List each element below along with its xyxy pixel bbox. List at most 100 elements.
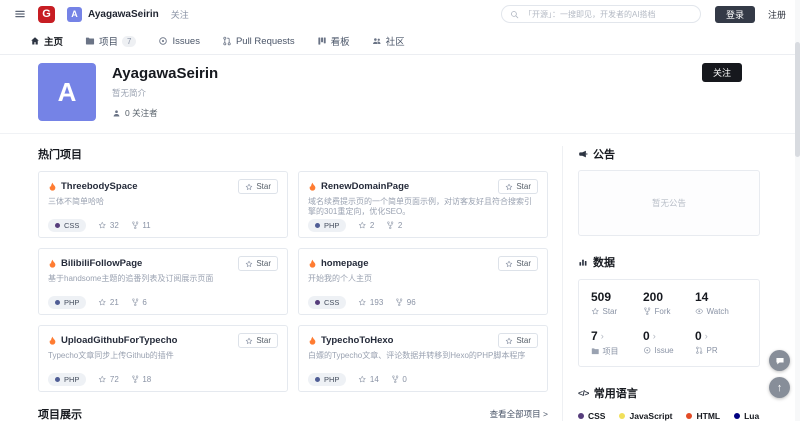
followers-row[interactable]: 0 关注者	[112, 107, 218, 119]
star-icon	[245, 183, 253, 191]
stat-label: Star	[603, 307, 618, 316]
project-name[interactable]: UploadGithubForTypecho	[61, 335, 234, 346]
star-count[interactable]: 2	[358, 221, 374, 230]
header-follow-link[interactable]: 关注	[171, 8, 189, 21]
star-button[interactable]: Star	[238, 256, 278, 271]
search-input[interactable]	[524, 10, 692, 19]
user-avatar-mini[interactable]: A	[67, 7, 82, 22]
language-dot	[55, 300, 60, 305]
project-name[interactable]: ThreebodySpace	[61, 181, 234, 192]
language-item[interactable]: Lua	[734, 411, 759, 421]
tab-community[interactable]: 社区	[372, 34, 405, 48]
language-dot	[734, 413, 740, 419]
project-card[interactable]: BilibiliFollowPage Star 基于handsome主题的追番列…	[38, 248, 288, 315]
fork-count[interactable]: 18	[131, 375, 151, 384]
community-icon	[372, 36, 382, 46]
project-name[interactable]: BilibiliFollowPage	[61, 258, 234, 269]
language-item[interactable]: CSS	[578, 411, 605, 421]
register-link[interactable]: 注册	[768, 8, 786, 21]
star-icon	[98, 221, 107, 230]
language-item[interactable]: JavaScript	[619, 411, 672, 421]
stat-projects[interactable]: 7 › 项目	[591, 329, 643, 357]
project-card[interactable]: UploadGithubForTypecho Star Typecho文章同步上…	[38, 325, 288, 392]
stat-value: 0	[695, 329, 702, 343]
profile-avatar[interactable]: A	[38, 63, 96, 121]
popular-projects-title: 热门项目	[38, 146, 548, 162]
language-list: CSS JavaScript HTML Lua	[578, 411, 760, 421]
gitee-profile-page: G A AyagawaSeirin 关注 登录 注册 主页 项目 7 Issue…	[0, 0, 800, 421]
star-count[interactable]: 14	[358, 375, 378, 384]
announcement-title: 公告	[593, 146, 615, 162]
star-button[interactable]: Star	[238, 179, 278, 194]
folder-icon	[85, 36, 95, 46]
star-button[interactable]: Star	[238, 333, 278, 348]
project-name[interactable]: RenewDomainPage	[321, 181, 494, 192]
chevron-right-icon: ›	[601, 331, 604, 341]
star-button-label: Star	[256, 336, 271, 345]
star-count[interactable]: 21	[98, 298, 118, 307]
project-description: 白嫖的Typecho文章、评论数据并转移到Hexo的PHP脚本程序	[308, 351, 538, 371]
fork-icon	[386, 221, 395, 230]
stat-fork[interactable]: 200 Fork	[643, 290, 695, 316]
project-card[interactable]: TypechoToHexo Star 白嫖的Typecho文章、评论数据并转移到…	[298, 325, 548, 392]
search-box[interactable]	[501, 5, 701, 23]
tab-home[interactable]: 主页	[30, 34, 63, 48]
tab-home-label: 主页	[44, 34, 63, 48]
star-button[interactable]: Star	[498, 179, 538, 194]
hamburger-menu-icon[interactable]	[14, 8, 26, 20]
scrollbar-track[interactable]	[795, 0, 800, 421]
tab-board-label: 看板	[331, 34, 350, 48]
star-icon	[505, 183, 513, 191]
tab-issues-label: Issues	[172, 36, 199, 47]
profile-nav: 主页 项目 7 Issues Pull Requests 看板 社区	[0, 28, 800, 55]
tab-projects[interactable]: 项目 7	[85, 34, 136, 48]
projects-count-badge: 7	[122, 36, 136, 47]
fork-count[interactable]: 11	[131, 221, 151, 230]
language-item[interactable]: HTML	[686, 411, 720, 421]
flame-icon	[308, 259, 317, 268]
scrollbar-thumb[interactable]	[795, 42, 800, 157]
star-button[interactable]: Star	[498, 256, 538, 271]
project-description: 开始我的个人主页	[308, 274, 538, 294]
star-count[interactable]: 193	[358, 298, 383, 307]
stat-pr[interactable]: 0 › PR	[695, 329, 747, 357]
tab-board[interactable]: 看板	[317, 34, 350, 48]
fork-count[interactable]: 96	[395, 298, 415, 307]
gitee-logo[interactable]: G	[38, 6, 55, 23]
back-to-top-button[interactable]: ↑	[769, 377, 790, 398]
languages-title: 常用语言	[594, 385, 638, 401]
language-name: PHP	[324, 375, 339, 384]
tab-pull-requests[interactable]: Pull Requests	[222, 36, 295, 47]
project-card[interactable]: homepage Star 开始我的个人主页 CSS	[298, 248, 548, 315]
follow-button[interactable]: 关注	[702, 63, 742, 82]
chart-icon	[578, 257, 588, 267]
fork-count[interactable]: 2	[386, 221, 402, 230]
flame-icon	[48, 259, 57, 268]
fork-count[interactable]: 6	[131, 298, 147, 307]
fork-icon	[131, 375, 140, 384]
star-count[interactable]: 72	[98, 375, 118, 384]
stat-value: 200	[643, 290, 663, 304]
project-card[interactable]: RenewDomainPage Star 域名续费提示页的一个简单页面示例，对访…	[298, 171, 548, 238]
fork-icon	[395, 298, 404, 307]
feedback-button[interactable]	[769, 350, 790, 371]
project-name[interactable]: TypechoToHexo	[321, 335, 494, 346]
stat-star[interactable]: 509 Star	[591, 290, 643, 316]
fork-icon	[131, 298, 140, 307]
login-button[interactable]: 登录	[715, 6, 755, 23]
header-username[interactable]: AyagawaSeirin	[88, 9, 159, 20]
star-button[interactable]: Star	[498, 333, 538, 348]
tab-issues[interactable]: Issues	[158, 36, 199, 47]
project-card[interactable]: ThreebodySpace Star 三体不简单哈哈 CSS	[38, 171, 288, 238]
stat-issue[interactable]: 0 › Issue	[643, 329, 695, 357]
fork-count[interactable]: 0	[391, 375, 407, 384]
view-all-projects-link[interactable]: 查看全部项目 >	[490, 408, 548, 420]
project-name[interactable]: homepage	[321, 258, 494, 269]
star-count[interactable]: 32	[98, 221, 118, 230]
stat-watch[interactable]: 14 Watch	[695, 290, 747, 316]
stat-value: 509	[591, 290, 611, 304]
star-icon	[98, 298, 107, 307]
star-button-label: Star	[516, 182, 531, 191]
language-name: PHP	[324, 221, 339, 230]
stat-label: Watch	[707, 307, 729, 316]
